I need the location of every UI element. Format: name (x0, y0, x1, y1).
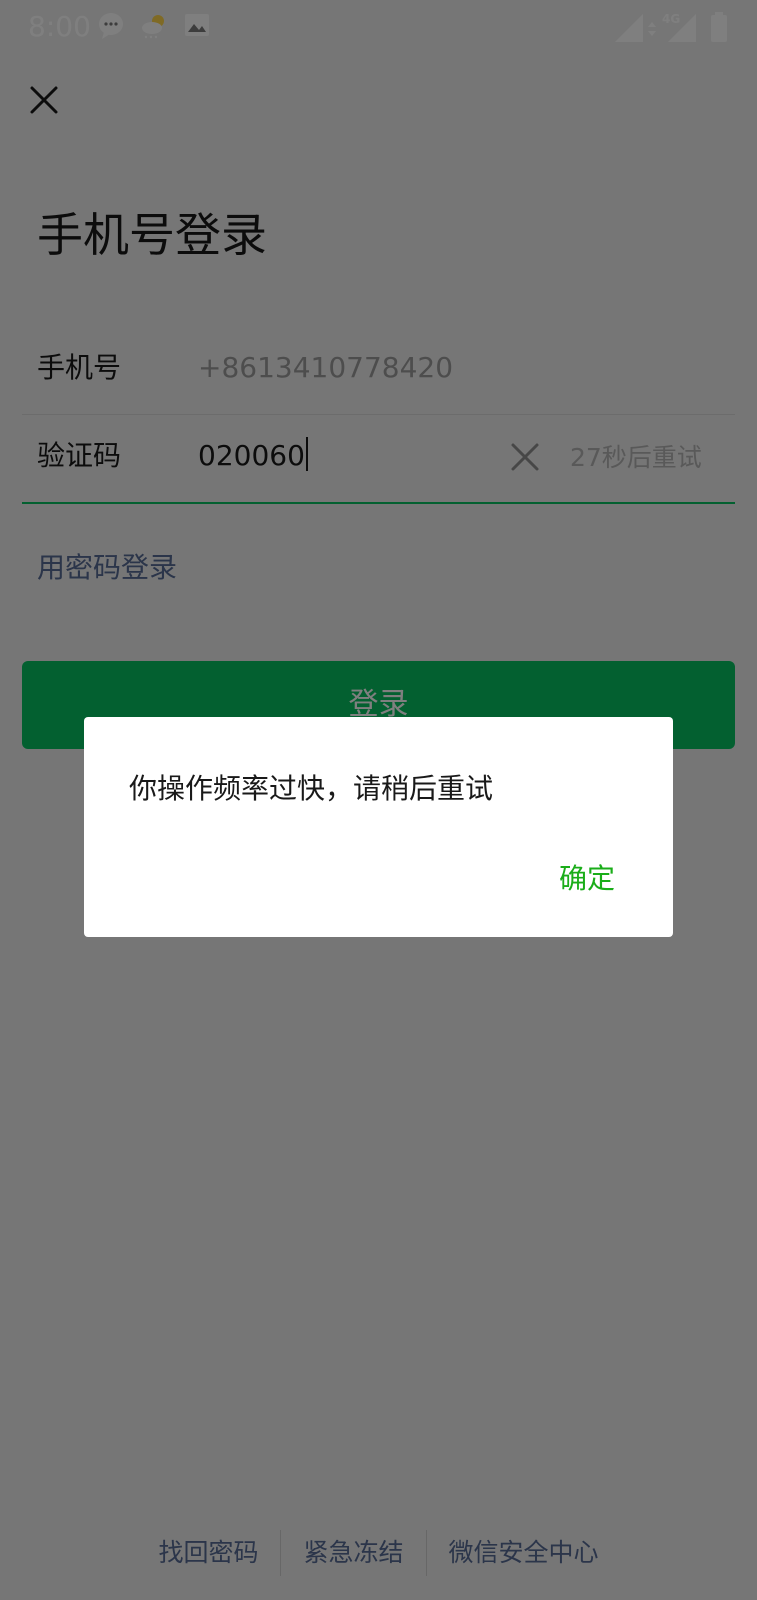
dialog-message: 你操作频率过快，请稍后重试 (129, 772, 494, 805)
alert-dialog: 你操作频率过快，请稍后重试 确定 (84, 717, 673, 937)
dialog-confirm-button[interactable]: 确定 (559, 859, 615, 899)
